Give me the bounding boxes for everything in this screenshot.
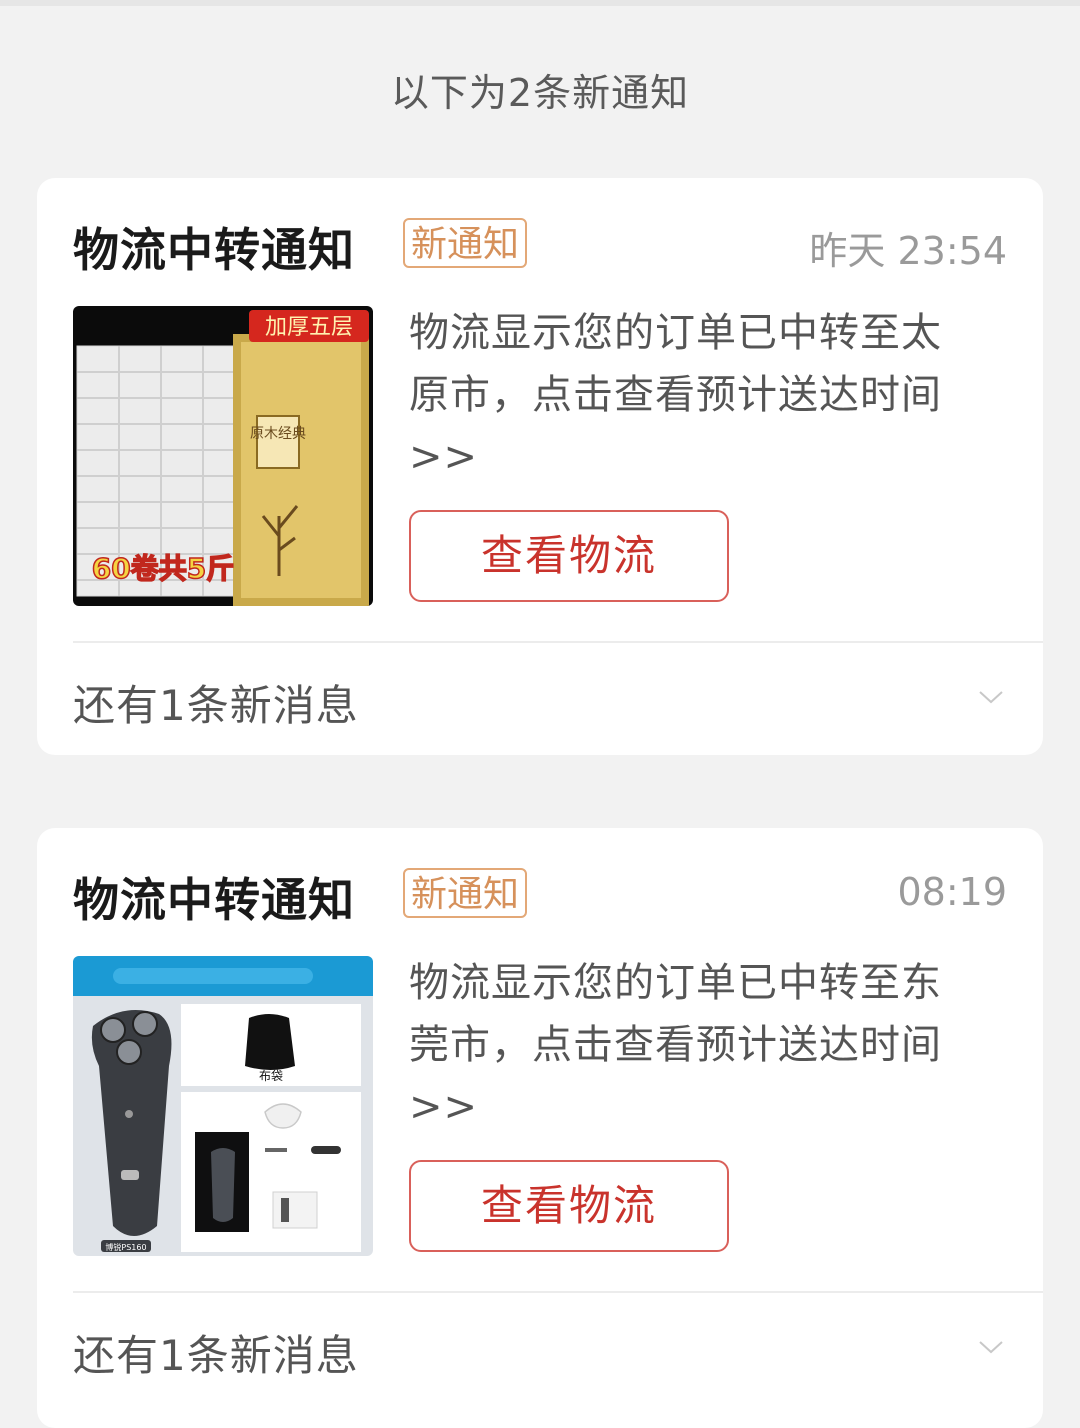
shaver-bag-label: 布袋 (259, 1069, 283, 1083)
divider (73, 1291, 1043, 1293)
notification-count-header: 以下为2条新通知 (390, 71, 690, 115)
message-line: 莞市，点击查看预计送达时间 (409, 1022, 942, 1068)
view-logistics-button[interactable]: 查看物流 (409, 1160, 729, 1252)
notification-card[interactable]: 物流中转通知 新通知 08:19 布袋 博锐PS160 物流显示您的订单已中转至… (37, 828, 1043, 1428)
message-line: 物流显示您的订单已中转至东 (409, 960, 942, 1006)
view-logistics-button[interactable]: 查看物流 (409, 510, 729, 602)
notification-message: 物流显示您的订单已中转至东 莞市，点击查看预计送达时间 >> (409, 952, 1009, 1138)
message-line: 原市，点击查看预计送达时间 (409, 372, 942, 418)
tissue-box-text: 原木经典 (250, 426, 306, 442)
message-more-link[interactable]: >> (409, 1076, 1009, 1138)
notification-time: 昨天 23:54 (809, 229, 1007, 273)
chevron-down-icon[interactable] (977, 683, 1005, 711)
more-messages-text[interactable]: 还有1条新消息 (73, 1322, 359, 1383)
notification-card[interactable]: 物流中转通知 新通知 昨天 23:54 加厚五层 60卷共5斤 原木经典 物流显… (37, 178, 1043, 755)
shaver-product-image: 布袋 博锐PS160 (73, 956, 373, 1256)
top-border (0, 0, 1080, 6)
notification-message: 物流显示您的订单已中转至太 原市，点击查看预计送达时间 >> (409, 302, 1009, 488)
more-messages-text[interactable]: 还有1条新消息 (73, 672, 359, 733)
divider (73, 641, 1043, 643)
notification-time: 08:19 (897, 870, 1007, 914)
tissue-label-bottom: 60卷共5斤 (92, 552, 234, 585)
product-thumbnail-shaver[interactable]: 布袋 博锐PS160 (73, 956, 373, 1256)
new-notification-badge: 新通知 (403, 218, 528, 268)
new-notification-badge: 新通知 (403, 868, 528, 918)
tissue-product-image: 加厚五层 60卷共5斤 原木经典 (73, 306, 373, 606)
product-thumbnail-tissue[interactable]: 加厚五层 60卷共5斤 原木经典 (73, 306, 373, 606)
message-line: 物流显示您的订单已中转至太 (409, 310, 942, 356)
message-more-link[interactable]: >> (409, 426, 1009, 488)
chevron-down-icon[interactable] (977, 1333, 1005, 1361)
notification-title: 物流中转通知 (73, 873, 355, 927)
shaver-model-label: 博锐PS160 (105, 1242, 146, 1252)
tissue-label-top: 加厚五层 (265, 315, 353, 340)
notification-title: 物流中转通知 (73, 223, 355, 277)
